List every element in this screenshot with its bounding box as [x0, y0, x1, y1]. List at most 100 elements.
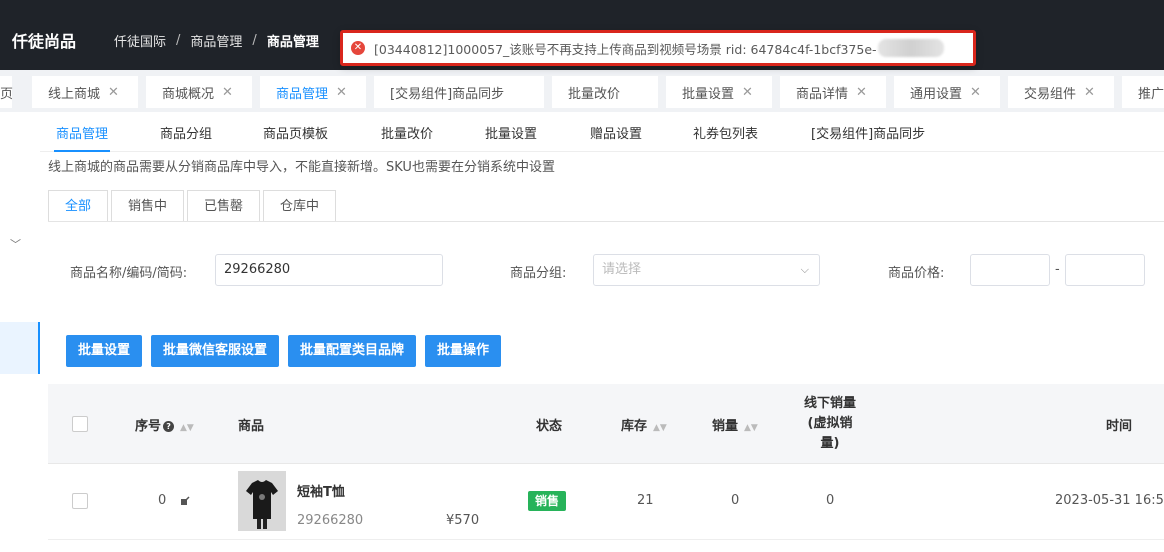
tag-general-settings[interactable]: 通用设置 ✕: [894, 76, 1000, 108]
chevron-down-icon: ⌵: [800, 263, 809, 276]
breadcrumb-separator: /: [252, 33, 257, 48]
group-select[interactable]: 请选择 ⌵: [593, 254, 820, 286]
product-table: 序号? ▲▼ 商品 状态 库存 ▲▼ 销量 ▲▼ 线下销量 (虚拟销 量) 时间 0: [48, 384, 1164, 540]
tag-label: 页: [0, 86, 14, 102]
breadcrumb: 仟徒国际 / 商品管理 / 商品管理: [114, 31, 319, 50]
tag-promotion[interactable]: 推广: [1122, 76, 1164, 108]
brand-title: 仟徒尚品: [12, 32, 77, 51]
subtab-batch-settings[interactable]: 批量设置: [485, 123, 537, 142]
header-status: 状态: [536, 419, 563, 434]
breadcrumb-item[interactable]: 仟徒国际: [114, 31, 166, 50]
edit-icon[interactable]: [180, 496, 190, 506]
header-offline-sales-line: 量): [820, 436, 840, 451]
subtab-coupon-list[interactable]: 礼券包列表: [693, 123, 758, 142]
sort-icon[interactable]: ▲▼: [180, 423, 194, 433]
tag-trade-component-sync[interactable]: [交易组件]商品同步: [374, 76, 544, 108]
header-sales[interactable]: 销量 ▲▼: [712, 415, 758, 434]
table-header: 序号? ▲▼ 商品 状态 库存 ▲▼ 销量 ▲▼ 线下销量 (虚拟销 量) 时间: [48, 384, 1164, 464]
tag-label: 商品管理: [276, 86, 329, 102]
select-all-checkbox[interactable]: [72, 416, 88, 432]
tag-label: 批量设置: [682, 86, 735, 102]
status-tabs: 全部 销售中 已售罄 仓库中: [48, 190, 339, 222]
tag-trade-component[interactable]: 交易组件 ✕: [1008, 76, 1114, 108]
subtab-trade-sync[interactable]: [交易组件]商品同步: [811, 123, 925, 142]
breadcrumb-separator: /: [176, 33, 181, 48]
tag-label: 商城概况: [162, 86, 215, 102]
close-icon[interactable]: ✕: [970, 85, 981, 100]
filter-panel: 商品名称/编码/简码: 29266280 商品分组: 请选择 ⌵ 商品价格: -: [48, 236, 1164, 316]
header-index-label: 序号: [135, 419, 162, 434]
error-icon: ✕: [351, 41, 365, 55]
subtab-product-group[interactable]: 商品分组: [160, 123, 212, 142]
row-checkbox[interactable]: [72, 493, 88, 509]
main-content: 商品管理 商品分组 商品页模板 批量改价 批量设置 赠品设置 礼券包列表 [交易…: [40, 112, 1164, 552]
price-filter-label: 商品价格:: [888, 266, 945, 281]
subtab-batch-price[interactable]: 批量改价: [381, 123, 433, 142]
tag-batch-settings[interactable]: 批量设置 ✕: [666, 76, 772, 108]
tab-all[interactable]: 全部: [48, 190, 109, 222]
product-price: ¥570: [446, 513, 480, 528]
toast-message: [03440812]1000057_该账号不再支持上传商品到视频号场景 rid:…: [374, 41, 877, 57]
tag-label: 线上商城: [48, 86, 101, 102]
row-offline-sales: 0: [826, 493, 835, 508]
tab-in-warehouse[interactable]: 仓库中: [263, 190, 337, 222]
header-offline-sales: 线下销量 (虚拟销 量): [793, 394, 867, 454]
close-icon[interactable]: ✕: [222, 85, 233, 100]
close-icon[interactable]: ✕: [856, 85, 867, 100]
batch-settings-button[interactable]: 批量设置: [66, 335, 143, 367]
tag-label: [交易组件]商品同步: [390, 86, 505, 102]
tag-batch-price[interactable]: 批量改价: [552, 76, 658, 108]
tags-view-bar: 页 线上商城 ✕ 商城概况 ✕ 商品管理 ✕ [交易组件]商品同步 批量改价 批量设置…: [0, 70, 1164, 112]
tabs-divider: [48, 221, 1164, 222]
close-icon[interactable]: ✕: [742, 85, 753, 100]
price-separator: -: [1055, 262, 1060, 277]
batch-wechat-service-button[interactable]: 批量微信客服设置: [151, 335, 280, 367]
sub-navigation: 商品管理 商品分组 商品页模板 批量改价 批量设置 赠品设置 礼券包列表 [交易…: [40, 112, 1164, 152]
tag-online-mall[interactable]: 线上商城 ✕: [32, 76, 138, 108]
tag-label: 批量改价: [568, 86, 621, 102]
price-max-input[interactable]: [1065, 254, 1145, 286]
tag-mall-overview[interactable]: 商城概况 ✕: [146, 76, 252, 108]
header-time: 时间: [1106, 419, 1133, 434]
product-thumbnail[interactable]: [238, 471, 286, 531]
batch-category-brand-button[interactable]: 批量配置类目品牌: [288, 335, 417, 367]
help-icon[interactable]: ?: [163, 421, 175, 432]
tag-product-management[interactable]: 商品管理 ✕: [260, 76, 366, 108]
sidebar-active-item[interactable]: [0, 322, 40, 374]
tab-sold-out[interactable]: 已售罄: [187, 190, 261, 222]
breadcrumb-current: 商品管理: [266, 35, 319, 50]
header-offline-sales-line: (虚拟销: [807, 416, 853, 431]
row-sales: 0: [731, 493, 740, 508]
sort-icon[interactable]: ▲▼: [653, 423, 667, 433]
sort-icon[interactable]: ▲▼: [744, 423, 758, 433]
row-stock: 21: [637, 493, 654, 508]
tag-product-detail[interactable]: 商品详情 ✕: [780, 76, 886, 108]
tab-on-sale[interactable]: 销售中: [111, 190, 185, 222]
subtab-gift-settings[interactable]: 赠品设置: [590, 123, 642, 142]
close-icon[interactable]: ✕: [108, 85, 119, 100]
header-offline-sales-line: 线下销量: [803, 396, 856, 411]
product-name[interactable]: 短袖T恤: [297, 481, 345, 500]
header-product: 商品: [238, 419, 265, 434]
header-stock[interactable]: 库存 ▲▼: [621, 415, 667, 434]
subtab-page-template[interactable]: 商品页模板: [263, 123, 328, 142]
close-icon[interactable]: ✕: [1084, 85, 1095, 100]
batch-operation-button[interactable]: 批量操作: [425, 335, 502, 367]
tag-label: 推广: [1138, 86, 1164, 102]
header-sales-label: 销量: [712, 419, 739, 434]
sidebar: ﹀: [0, 112, 40, 552]
group-select-placeholder: 请选择: [602, 262, 642, 277]
subtab-product-management[interactable]: 商品管理: [53, 123, 111, 152]
error-toast: ✕ [03440812]1000057_该账号不再支持上传商品到视频号场景 ri…: [340, 30, 976, 66]
name-filter-label: 商品名称/编码/简码:: [70, 266, 188, 281]
import-notice: 线上商城的商品需要从分销商品库中导入，不能直接新增。SKU也需要在分销系统中设置: [48, 160, 555, 175]
header-stock-label: 库存: [621, 419, 648, 434]
chevron-down-icon[interactable]: ﹀: [10, 236, 21, 252]
breadcrumb-item[interactable]: 商品管理: [190, 31, 242, 50]
close-icon[interactable]: ✕: [336, 85, 347, 100]
price-min-input[interactable]: [970, 254, 1050, 286]
tag-partial[interactable]: 页: [0, 76, 14, 108]
tag-label: 商品详情: [796, 86, 849, 102]
name-filter-input[interactable]: 29266280: [215, 254, 443, 286]
header-index[interactable]: 序号? ▲▼: [135, 415, 194, 434]
